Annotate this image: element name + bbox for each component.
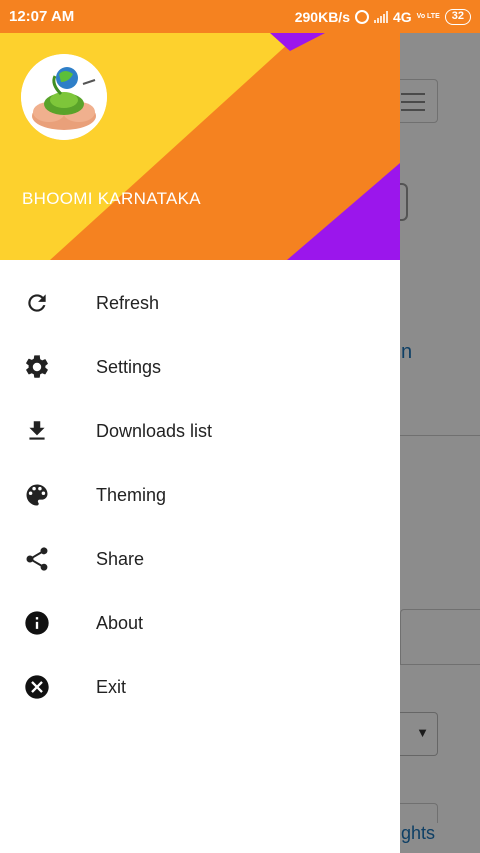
menu-item-about[interactable]: About (0, 591, 400, 655)
menu-item-label: Downloads list (96, 420, 213, 441)
close-circle-icon (22, 672, 52, 702)
menu-item-label: Theming (96, 484, 167, 505)
menu-item-refresh[interactable]: Refresh (0, 271, 400, 335)
drawer-menu: Refresh Settings Downloads list Theming … (0, 260, 400, 719)
app-logo (21, 54, 107, 140)
signal-icon (373, 10, 388, 23)
menu-item-exit[interactable]: Exit (0, 655, 400, 719)
network-type: 4G (392, 8, 412, 25)
drawer-header: BHOOMI KARNATAKA (0, 33, 400, 260)
status-time: 12:07 AM (9, 8, 75, 25)
menu-item-label: Settings (96, 356, 162, 377)
volte-icon: Vo LTE (416, 13, 440, 20)
menu-item-label: Exit (96, 676, 127, 697)
menu-item-share[interactable]: Share (0, 527, 400, 591)
menu-item-settings[interactable]: Settings (0, 335, 400, 399)
info-icon (22, 608, 52, 638)
palette-icon (22, 480, 52, 510)
network-speed: 290KB/s (294, 8, 350, 25)
menu-item-label: Refresh (96, 292, 160, 313)
refresh-icon (22, 288, 52, 318)
alarm-icon (354, 9, 369, 24)
download-icon (22, 416, 52, 446)
menu-item-label: Share (96, 548, 145, 569)
drawer-title: BHOOMI KARNATAKA (22, 189, 201, 208)
share-icon (22, 544, 52, 574)
menu-item-label: About (96, 612, 144, 633)
navigation-drawer: BHOOMI KARNATAKA Refresh Settings Downlo… (0, 33, 400, 853)
battery-icon: 32 (444, 8, 471, 25)
status-bar: 12:07 AM 290KB/s 4G Vo LTE 32 (0, 0, 480, 33)
menu-item-downloads[interactable]: Downloads list (0, 399, 400, 463)
gear-icon (22, 352, 52, 382)
menu-item-theming[interactable]: Theming (0, 463, 400, 527)
